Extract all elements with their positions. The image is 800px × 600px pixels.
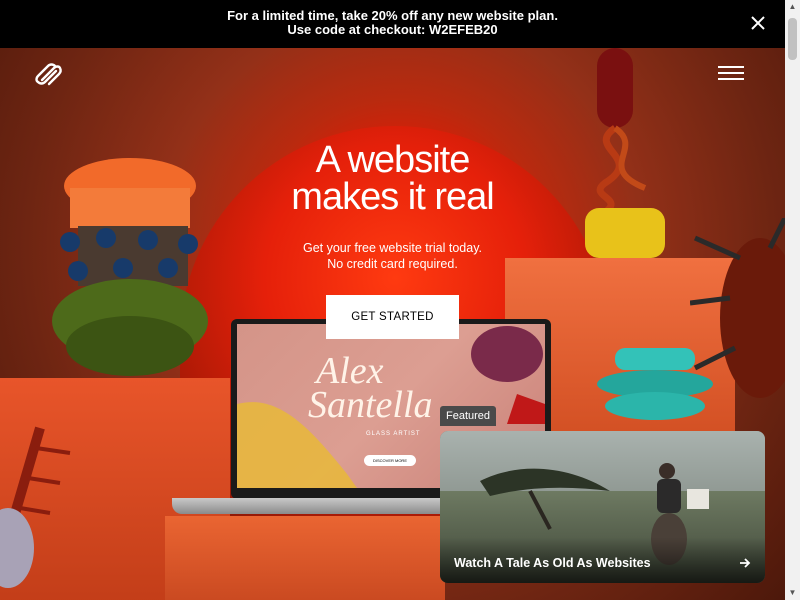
pedestal-center — [165, 516, 445, 600]
laptop-site-role: GLASS ARTIST — [366, 431, 421, 437]
page-scrollbar[interactable]: ▲ ▼ — [785, 0, 800, 600]
hero-title: A website makes it real — [0, 139, 785, 218]
glass-orb-bottom-left — [0, 508, 34, 588]
promo-text-line1: For a limited time, take 20% off any new… — [227, 8, 558, 23]
promo-text-line2: Use code at checkout: W2EFEB20 — [287, 22, 498, 37]
squarespace-logo[interactable] — [34, 62, 64, 86]
featured-video-card[interactable]: Watch A Tale As Old As Websites — [440, 431, 765, 583]
laptop-site-name: Alex Santella — [308, 350, 433, 424]
hero-subtitle-line1: Get your free website trial today. — [302, 241, 483, 255]
arrow-right-icon[interactable] — [739, 557, 751, 569]
close-icon[interactable] — [749, 14, 767, 32]
windswept-tree — [480, 468, 610, 530]
laptop-name-line2: Santella — [308, 384, 433, 426]
featured-title[interactable]: Watch A Tale As Old As Websites — [454, 556, 651, 570]
hero-title-line2: makes it real — [291, 176, 494, 218]
hero-title-line1: A website — [315, 139, 471, 181]
scroll-up-arrow-icon[interactable]: ▲ — [785, 0, 800, 14]
featured-badge: Featured — [440, 406, 496, 426]
laptop-name-line1: Alex — [316, 350, 384, 392]
laptop-discover-button: DISCOVER MORE — [364, 455, 416, 466]
get-started-button[interactable]: GET STARTED — [326, 295, 459, 339]
promo-banner: For a limited time, take 20% off any new… — [0, 0, 785, 48]
hero-subtitle-line2: No credit card required. — [327, 257, 458, 271]
scroll-thumb[interactable] — [788, 18, 797, 60]
scroll-down-arrow-icon[interactable]: ▼ — [785, 586, 800, 600]
hero-section: A website makes it real Get your free we… — [0, 48, 785, 600]
hero-subtitle: Get your free website trial today. No cr… — [0, 240, 785, 272]
hamburger-menu-icon[interactable] — [718, 66, 746, 82]
